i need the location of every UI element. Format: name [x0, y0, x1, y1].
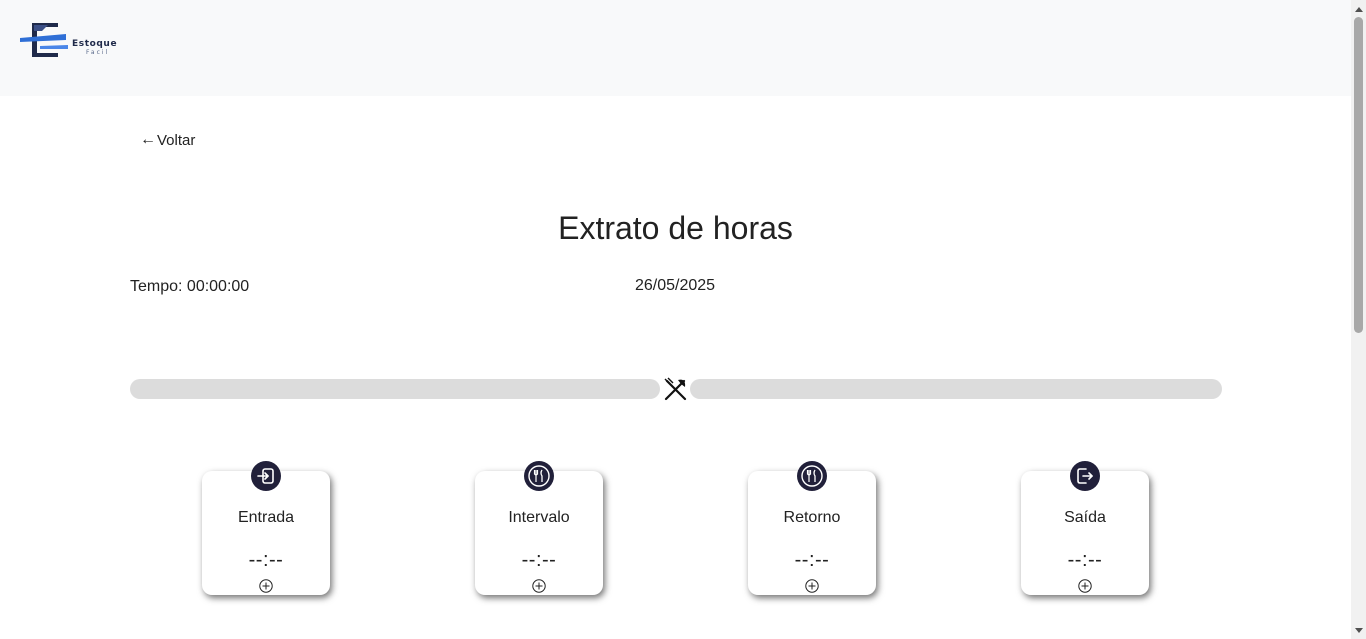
plus-circle-icon — [1078, 579, 1092, 593]
card-label: Intervalo — [508, 509, 570, 526]
add-entrada-button[interactable] — [259, 579, 273, 593]
logo-subtitle: Facil — [86, 49, 110, 56]
card-label: Entrada — [237, 509, 295, 526]
card-entrada: Entrada --:-- — [202, 461, 330, 595]
meal-icon — [797, 461, 827, 491]
scrollbar-thumb[interactable] — [1354, 17, 1363, 333]
timeline-bar-afternoon — [690, 379, 1222, 399]
scroll-down-arrow-icon[interactable] — [1351, 622, 1366, 639]
vertical-scrollbar[interactable] — [1351, 0, 1366, 639]
plus-circle-icon — [805, 579, 819, 593]
timeline-bar-morning — [130, 379, 660, 399]
page-title: Extrato de horas — [558, 210, 793, 246]
scroll-up-arrow-icon[interactable] — [1351, 0, 1366, 17]
back-link[interactable]: ← Voltar — [140, 131, 195, 149]
add-retorno-button[interactable] — [805, 579, 819, 593]
add-intervalo-button[interactable] — [532, 579, 546, 593]
logout-icon — [1070, 461, 1100, 491]
fork-knife-icon — [662, 376, 689, 403]
back-label: Voltar — [157, 131, 196, 149]
card-retorno: Retorno --:-- — [748, 461, 876, 595]
plus-circle-icon — [259, 579, 273, 593]
logo-mark-icon — [20, 23, 68, 57]
card-time: --:-- — [521, 549, 557, 571]
card-saida: Saída --:-- — [1021, 461, 1149, 595]
login-icon — [251, 461, 281, 491]
card-intervalo: Intervalo --:-- — [475, 461, 603, 595]
card-label: Retorno — [783, 509, 841, 526]
top-bar: Estoque Facil — [0, 0, 1351, 96]
card-label: Saída — [1064, 509, 1106, 526]
plus-circle-icon — [532, 579, 546, 593]
logo-wordmark: Estoque — [72, 39, 118, 49]
current-date: 26/05/2025 — [635, 277, 716, 294]
meal-icon — [524, 461, 554, 491]
elapsed-time: Tempo: 00:00:00 — [130, 278, 250, 295]
estoque-facil-logo[interactable]: Estoque Facil — [18, 20, 132, 58]
add-saida-button[interactable] — [1078, 579, 1092, 593]
card-time: --:-- — [248, 549, 284, 571]
app-viewport: Estoque Facil ← Voltar Extrato de horas … — [0, 0, 1351, 639]
arrow-left-icon: ← — [140, 131, 156, 148]
card-time: --:-- — [794, 549, 830, 571]
card-time: --:-- — [1067, 549, 1103, 571]
